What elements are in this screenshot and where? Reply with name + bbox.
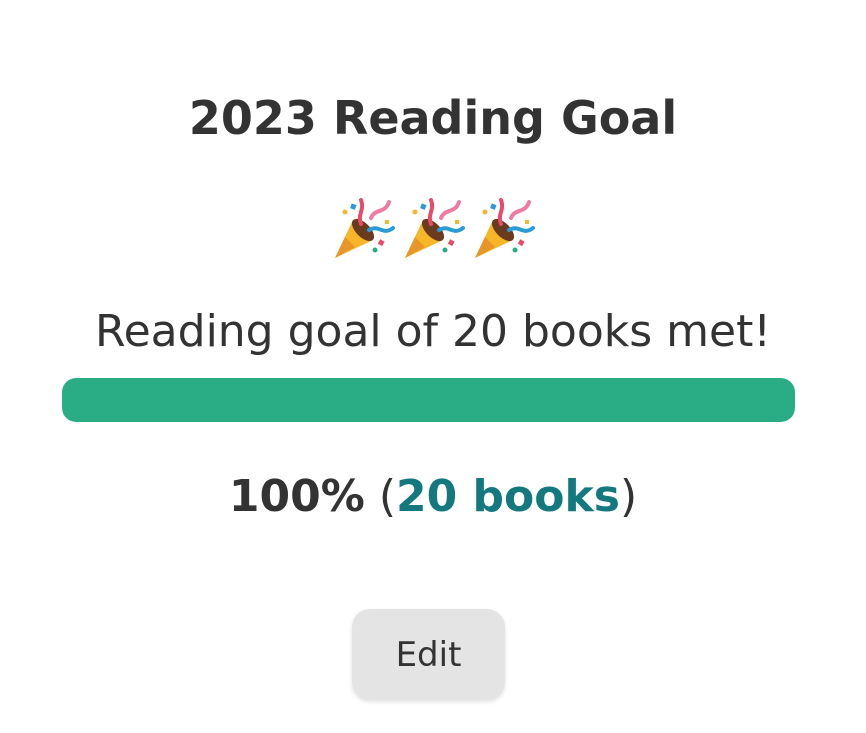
progress-percent: 100% — [228, 471, 365, 522]
party-popper-icon — [475, 198, 535, 258]
progress-bar-fill — [62, 378, 795, 422]
party-popper-icon — [405, 198, 465, 258]
edit-button[interactable]: Edit — [352, 609, 505, 700]
close-paren: ) — [619, 471, 638, 522]
progress-summary: 100% (20 books) — [0, 468, 866, 526]
goal-title: 2023 Reading Goal — [188, 91, 678, 145]
goal-met-message: Reading goal of 20 books met! — [95, 306, 771, 357]
reading-goal-card: 2023 Reading Goal Reading goal of 20 boo… — [0, 0, 866, 733]
books-count-link[interactable]: 20 books — [396, 471, 620, 522]
progress-bar — [62, 378, 795, 422]
party-popper-icon — [335, 198, 395, 258]
celebration-icons — [0, 196, 866, 260]
open-paren: ( — [378, 471, 396, 522]
